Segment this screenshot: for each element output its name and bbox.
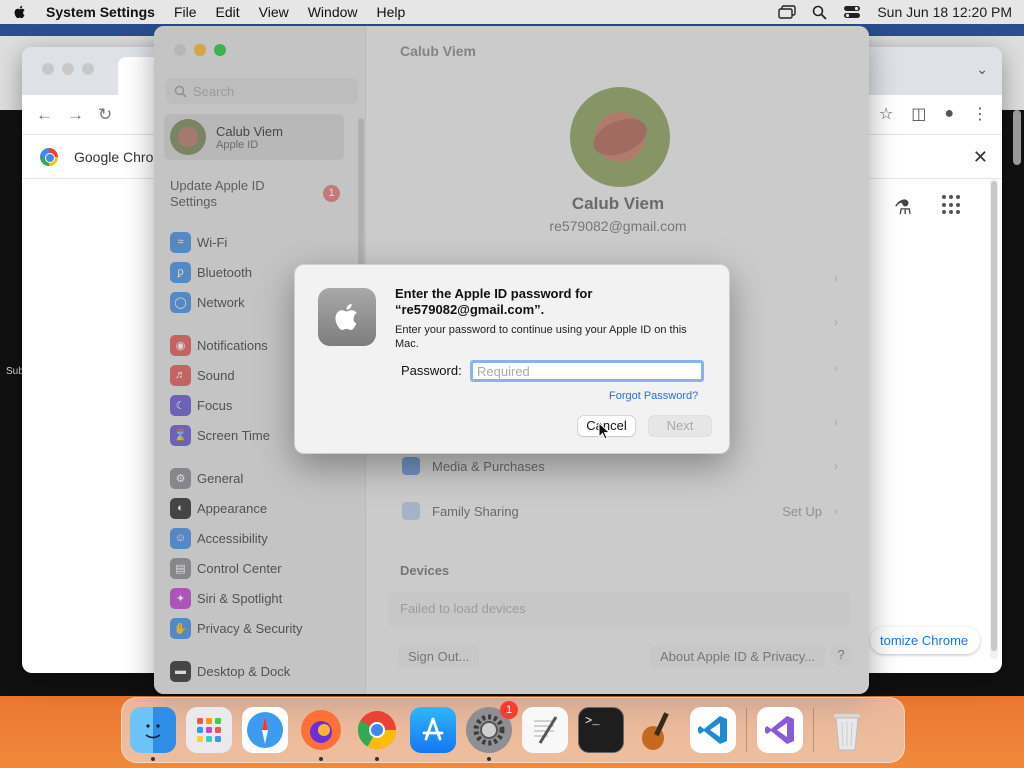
running-indicator (487, 757, 491, 761)
dock-separator (813, 708, 814, 752)
menu-clock[interactable]: Sun Jun 18 12:20 PM (877, 4, 1012, 20)
google-apps-grid-icon[interactable] (942, 195, 962, 215)
zoom-button[interactable] (82, 63, 94, 75)
minimize-button[interactable] (62, 63, 74, 75)
control-center-icon[interactable] (843, 5, 861, 19)
customize-chrome-button[interactable]: tomize Chrome (870, 627, 981, 654)
menu-bar: System Settings File Edit View Window He… (0, 0, 1024, 24)
apple-menu-icon[interactable] (12, 4, 28, 20)
dock-vscode[interactable] (690, 707, 736, 753)
back-arrow-icon[interactable]: ← (36, 105, 53, 125)
profile-avatar-icon[interactable]: ● (944, 105, 954, 123)
firefox-icon (301, 710, 341, 750)
chrome-scrollbar[interactable] (990, 179, 998, 659)
launchpad-grid-icon (197, 718, 221, 742)
safari-compass-icon (247, 712, 283, 748)
bookmark-star-icon[interactable]: ☆ (879, 104, 893, 124)
background-scrollbar[interactable] (1013, 110, 1021, 165)
dock-chrome[interactable] (354, 707, 400, 761)
spotlight-search-icon[interactable] (812, 5, 827, 20)
dock-separator (746, 708, 747, 752)
scrollbar-thumb[interactable] (991, 181, 997, 651)
dock-instruments[interactable] (634, 707, 680, 753)
visual-studio-icon (765, 716, 794, 744)
running-indicator (375, 757, 379, 761)
vscode-icon (698, 716, 727, 744)
dock-terminal[interactable]: >_ (578, 707, 624, 753)
finder-icon (145, 724, 161, 739)
menu-app-name[interactable]: System Settings (46, 4, 155, 20)
running-indicator (319, 757, 323, 761)
next-button[interactable]: Next (649, 416, 711, 436)
tab-search-chevron-icon[interactable]: ⌄ (976, 61, 988, 78)
menu-edit[interactable]: Edit (216, 4, 240, 20)
labs-flask-icon[interactable]: ⚗ (894, 195, 912, 220)
textedit-pen-icon (534, 716, 558, 744)
menu-window[interactable]: Window (308, 4, 358, 20)
close-button[interactable] (42, 63, 54, 75)
dock-visual-studio[interactable] (757, 707, 803, 753)
forward-arrow-icon[interactable]: → (67, 105, 84, 125)
mouse-pointer-icon (598, 422, 611, 440)
password-field[interactable] (470, 360, 704, 382)
menu-view[interactable]: View (259, 4, 289, 20)
google-chrome-logo-icon (40, 147, 58, 166)
running-indicator (151, 757, 155, 761)
password-label: Password: (401, 363, 462, 378)
menu-file[interactable]: File (174, 4, 197, 20)
dock-safari[interactable] (242, 707, 288, 753)
apple-logo-icon (318, 288, 376, 346)
chrome-window-controls (42, 63, 94, 75)
dock-launchpad[interactable] (186, 707, 232, 753)
trash-icon (834, 714, 860, 751)
apple-id-password-dialog: Enter the Apple ID password for “re57908… (294, 264, 730, 454)
notification-badge: 1 (500, 701, 518, 719)
dock-textedit[interactable] (522, 707, 568, 753)
gear-icon (473, 714, 505, 746)
reload-icon[interactable]: ↻ (98, 105, 112, 125)
dock: 1 >_ (121, 697, 905, 763)
screen-mirroring-icon[interactable] (778, 5, 797, 19)
dock-system-settings[interactable]: 1 (466, 701, 518, 761)
terminal-prompt-icon: >_ (585, 714, 600, 728)
dock-firefox[interactable] (298, 707, 344, 761)
menu-help[interactable]: Help (377, 4, 406, 20)
forgot-password-link[interactable]: Forgot Password? (609, 390, 698, 402)
guitar-icon (642, 712, 669, 750)
dock-trash[interactable] (824, 707, 870, 753)
app-store-icon (422, 717, 444, 741)
dock-finder[interactable] (130, 707, 176, 761)
dialog-title: Enter the Apple ID password for “re57908… (395, 286, 593, 317)
more-menu-icon[interactable]: ⋮ (972, 104, 988, 124)
dialog-subtitle: Enter your password to continue using yo… (395, 324, 687, 350)
infobar-close-icon[interactable]: ✕ (973, 147, 988, 168)
dock-app-store[interactable] (410, 707, 456, 753)
side-panel-icon[interactable]: ◫ (911, 104, 926, 124)
chrome-icon (357, 711, 397, 750)
infobar-text: Google Chron (74, 148, 162, 165)
